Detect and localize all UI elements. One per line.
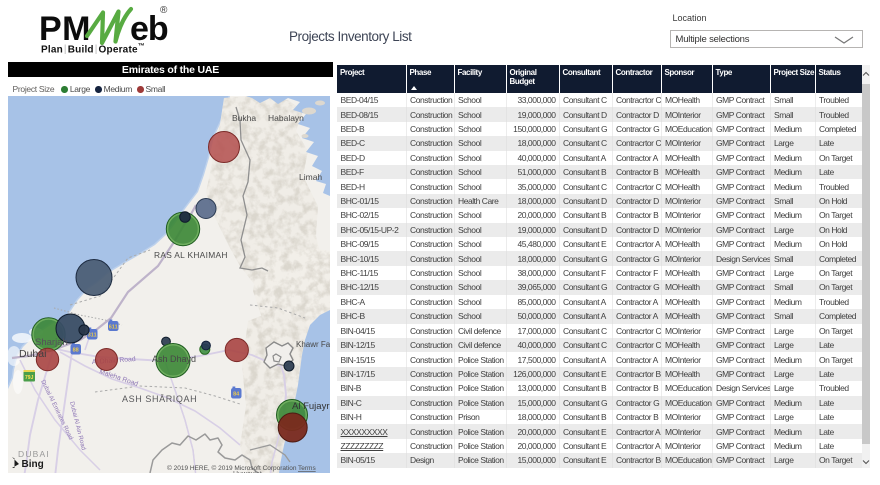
svg-text:88: 88 — [73, 348, 79, 354]
svg-text:Limah: Limah — [299, 172, 322, 182]
svg-text:© 2019 HERE, © 2019 Microsoft: © 2019 HERE, © 2019 Microsoft Corporatio… — [167, 464, 297, 472]
svg-text:RAS AL KHAIMAH: RAS AL KHAIMAH — [154, 250, 228, 260]
svg-text:Terms: Terms — [298, 465, 316, 472]
svg-text:79J: 79J — [25, 375, 34, 381]
svg-text:Bing: Bing — [22, 459, 44, 470]
svg-text:Ash Dhayd: Ash Dhayd — [152, 354, 196, 364]
svg-text:Bukha: Bukha — [232, 113, 256, 123]
svg-text:84: 84 — [233, 392, 240, 398]
svg-text:DUBAI: DUBAI — [18, 449, 50, 459]
svg-text:ASH SHĀRIQAH: ASH SHĀRIQAH — [122, 394, 197, 404]
svg-text:Dubai: Dubai — [19, 348, 46, 360]
svg-text:Habalayn: Habalayn — [268, 113, 304, 123]
svg-text:611: 611 — [109, 325, 118, 331]
svg-text:Khawr Fak: Khawr Fak — [296, 340, 330, 349]
svg-text:Al Fujayr: Al Fujayr — [292, 401, 329, 412]
svg-text:Sharjah: Sharjah — [35, 337, 68, 348]
svg-text:311: 311 — [88, 333, 97, 339]
